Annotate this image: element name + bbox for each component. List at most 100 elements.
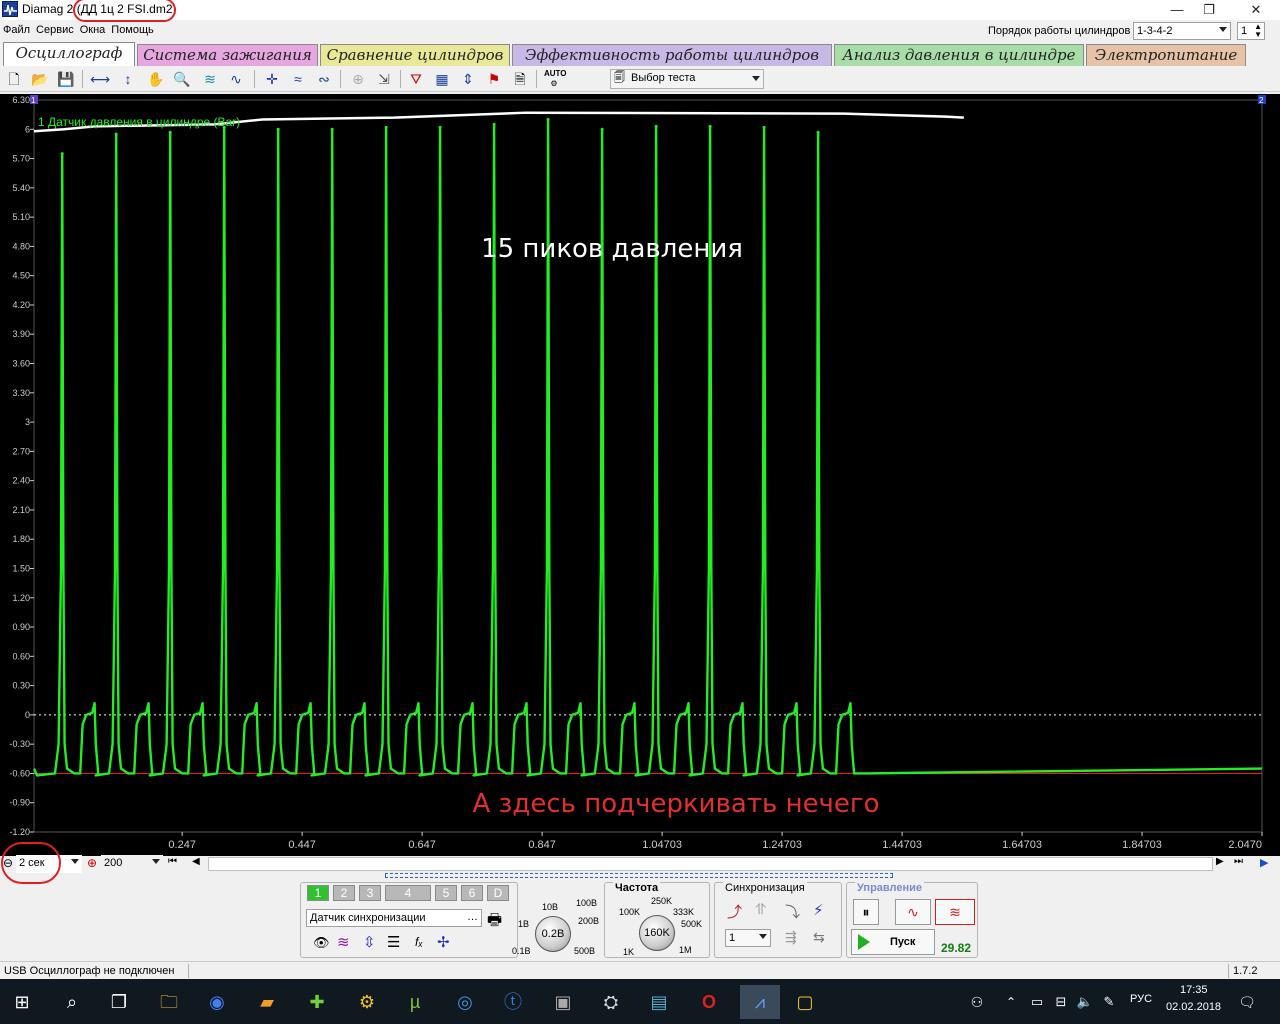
- cursor-icon[interactable]: ✢: [437, 933, 450, 951]
- menu-file[interactable]: Файл: [0, 22, 33, 38]
- zoom-y-icon[interactable]: ↕: [118, 69, 138, 89]
- app-globe-icon[interactable]: ◉: [200, 985, 234, 1019]
- scroll-right-icon[interactable]: ▶: [1216, 856, 1224, 867]
- channel-2-button[interactable]: 2: [333, 885, 355, 901]
- cylinder-count-stepper[interactable]: 1 ▲ ▼: [1237, 22, 1265, 40]
- invert-icon[interactable]: ⇳: [363, 933, 376, 951]
- app-t-icon[interactable]: ⓣ: [496, 985, 530, 1019]
- tab-cylinder-efficiency[interactable]: Эффективность работы цилиндров: [512, 44, 832, 66]
- task-view-icon[interactable]: ❐: [102, 985, 136, 1019]
- reset-zero-icon[interactable]: ⇲: [374, 69, 394, 89]
- app-scanner-icon[interactable]: ▰: [250, 985, 284, 1019]
- restore-button[interactable]: ❐: [1193, 0, 1225, 20]
- auto-settings-icon[interactable]: AUTO ⚙: [544, 69, 567, 89]
- tab-power-supply[interactable]: Электропитание: [1086, 44, 1246, 66]
- open-folder-icon[interactable]: 📂: [30, 69, 50, 89]
- minimize-button[interactable]: —: [1161, 0, 1193, 20]
- tab-cylinder-comparison[interactable]: Сравнение цилиндров: [320, 44, 510, 66]
- filter-icon[interactable]: ⛛: [406, 69, 426, 89]
- falling-edge-icon[interactable]: ⤵: [785, 901, 800, 922]
- channel-3-button[interactable]: 3: [359, 885, 381, 901]
- wave-icon[interactable]: ≈: [288, 69, 308, 89]
- pause-icon[interactable]: ⏸: [853, 899, 879, 925]
- search-icon[interactable]: ⌕: [55, 985, 89, 1019]
- lines-icon[interactable]: ☰: [387, 933, 400, 951]
- language-indicator[interactable]: РУС: [1130, 993, 1152, 1005]
- start-button[interactable]: Пуск: [851, 929, 935, 955]
- compress-icon[interactable]: ⇆: [813, 929, 825, 946]
- app-monitor-icon[interactable]: ▤: [642, 985, 676, 1019]
- cursor-cross-icon[interactable]: ✛: [262, 69, 282, 89]
- file-explorer-icon[interactable]: 🗀: [152, 985, 186, 1019]
- sync-source-select[interactable]: Датчик синхронизации …: [306, 909, 482, 927]
- save-icon[interactable]: 💾: [56, 69, 76, 89]
- wave-filter-icon[interactable]: ≋: [337, 933, 350, 951]
- opera-icon[interactable]: O: [692, 985, 726, 1019]
- play-icon: [858, 934, 870, 950]
- notifications-icon[interactable]: 🗨: [1230, 985, 1264, 1019]
- menu-service[interactable]: Сервис: [33, 22, 77, 38]
- app-plus-icon[interactable]: ✚: [300, 985, 334, 1019]
- app-utorrent-icon[interactable]: µ: [398, 985, 432, 1019]
- clock-time[interactable]: 17:35: [1180, 984, 1208, 996]
- clock-date[interactable]: 02.02.2018: [1166, 1001, 1221, 1013]
- app-window-icon[interactable]: ▢: [788, 985, 822, 1019]
- function-icon[interactable]: fₓ: [415, 935, 423, 949]
- windows-start-icon[interactable]: ⊞: [5, 985, 39, 1019]
- timeline-overview[interactable]: [385, 873, 893, 878]
- new-file-icon[interactable]: 🗋: [4, 69, 24, 89]
- eye-icon[interactable]: 👁: [313, 935, 330, 951]
- f-label-100k: 100K: [619, 907, 641, 917]
- people-icon[interactable]: ⚇: [960, 985, 994, 1019]
- channel-4-button[interactable]: 4: [385, 885, 431, 901]
- magnifier-icon[interactable]: 🔍: [172, 69, 192, 89]
- pen-icon[interactable]: ✎: [1092, 985, 1126, 1019]
- rising-edge-icon[interactable]: ⤴: [727, 901, 742, 922]
- app-tool-icon[interactable]: ⛭: [594, 985, 628, 1019]
- diamag-taskbar-icon[interactable]: ⩘: [740, 985, 780, 1019]
- cylinder-order-select[interactable]: 1-3-4-2: [1133, 22, 1231, 40]
- grid-icon[interactable]: ▦: [432, 69, 452, 89]
- expand-icon[interactable]: ⇶: [785, 929, 797, 946]
- sync-channel-select[interactable]: 1: [725, 929, 771, 947]
- app-car-icon[interactable]: ◎: [448, 985, 482, 1019]
- channel-1-button[interactable]: 1: [307, 885, 329, 901]
- close-button[interactable]: ✕: [1240, 0, 1272, 20]
- app-chip-icon[interactable]: ▣: [546, 985, 580, 1019]
- menu-help[interactable]: Помощь: [108, 22, 157, 38]
- zoom-in-icon[interactable]: ⊕: [87, 856, 97, 870]
- level-up-icon[interactable]: ⥣: [755, 901, 766, 918]
- tab-cylinder-pressure[interactable]: Анализ давления в цилиндре: [834, 44, 1084, 66]
- hand-icon[interactable]: ✋: [146, 69, 166, 89]
- zoom-x-icon[interactable]: ⟷: [90, 69, 110, 89]
- tab-ignition-system[interactable]: Система зажигания: [137, 44, 318, 66]
- tab-oscilloscope[interactable]: Осциллограф: [3, 42, 135, 66]
- time-scrollbar[interactable]: [208, 857, 1213, 871]
- channel-5-button[interactable]: 5: [435, 885, 457, 901]
- app-engine-icon[interactable]: ⚙: [350, 985, 384, 1019]
- go-end-icon[interactable]: ⏭: [1234, 856, 1243, 867]
- control-panel: 1 2 3 4 5 6 D Датчик синхронизации … 🖶 👁…: [300, 882, 980, 958]
- printer-icon[interactable]: 🖶: [487, 909, 502, 936]
- channel-d-button[interactable]: D: [487, 885, 509, 901]
- single-wave-icon[interactable]: ∿: [895, 899, 931, 925]
- layers-icon[interactable]: ≋: [200, 69, 220, 89]
- adjust-icon[interactable]: ⊕: [348, 69, 368, 89]
- document-icon[interactable]: 🗎: [510, 69, 530, 89]
- math-icon[interactable]: ∿: [226, 69, 246, 89]
- auto-trigger-icon[interactable]: ⚡: [813, 901, 824, 919]
- split-icon[interactable]: ⇕: [458, 69, 478, 89]
- voltage-knob[interactable]: 0.2B: [535, 916, 571, 952]
- continuous-wave-icon[interactable]: ≋: [935, 899, 975, 925]
- go-start-icon[interactable]: ⏮: [168, 856, 177, 867]
- zoom-select[interactable]: 200: [101, 855, 163, 873]
- scroll-left-icon[interactable]: ◀: [192, 856, 200, 867]
- test-select-dropdown[interactable]: 🗐 Выбор теста: [610, 69, 764, 89]
- flag-icon[interactable]: ⚑: [484, 69, 504, 89]
- channel-6-button[interactable]: 6: [461, 885, 483, 901]
- frequency-knob[interactable]: 160K: [639, 915, 675, 951]
- menu-windows[interactable]: Окна: [77, 22, 109, 38]
- wave-alt-icon[interactable]: ∾: [314, 69, 334, 89]
- play-marker-icon[interactable]: ▶: [1260, 856, 1268, 869]
- oscilloscope-plot[interactable]: 6.30 6 5.70 5.40 5.10 4.80 4.50 4.20 3.90 3.60 3.3…: [0, 94, 1280, 856]
